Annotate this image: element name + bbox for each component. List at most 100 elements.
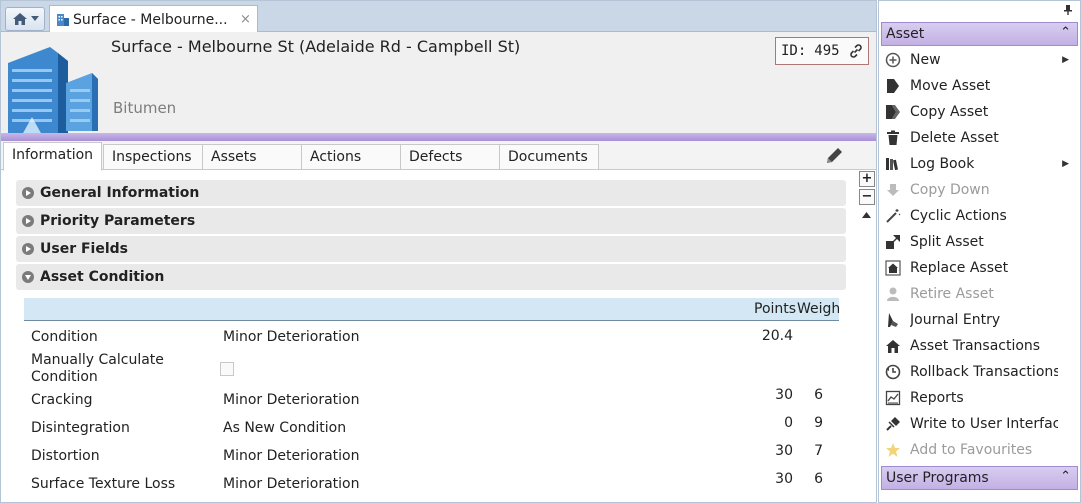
journal-icon <box>883 310 903 330</box>
asset-id-box[interactable]: ID: 495 <box>775 37 869 65</box>
menu-item-label: Rollback Transactions <box>910 364 1058 380</box>
tab-assets[interactable]: Assets <box>202 144 302 170</box>
menu-item-label: Log Book <box>910 156 975 172</box>
manual-calculate-checkbox[interactable] <box>220 362 234 376</box>
row-label: Distortion <box>31 448 100 464</box>
scroll-up-icon[interactable] <box>862 211 871 219</box>
row-points: 30 <box>775 387 793 403</box>
home-icon <box>12 13 27 25</box>
submenu-arrow-icon: ▶ <box>1062 159 1069 169</box>
asset-title: Surface - Melbourne St (Adelaide Rd - Ca… <box>111 37 521 56</box>
house-replace-icon <box>883 258 903 278</box>
asset-menu-title: Asset <box>886 26 925 42</box>
section-label: General Information <box>40 185 200 201</box>
user-programs-title: User Programs <box>886 470 989 486</box>
information-content: General Information Priority Parameters … <box>1 171 876 502</box>
collapse-arrow-icon <box>22 271 34 283</box>
id-label: ID: <box>781 43 807 59</box>
content-scrollbar[interactable]: + − <box>857 171 876 502</box>
document-tab-label: Surface - Melbourne... <box>73 11 228 28</box>
menu-item-new[interactable]: New ▶ <box>879 47 1079 73</box>
row-points: 30 <box>775 443 793 459</box>
asset-subtitle: Bitumen <box>113 99 177 117</box>
pencil-icon[interactable] <box>823 145 845 167</box>
asset-detail-pane: Surface - Melbourne... × Surface - Melbo… <box>0 0 877 503</box>
row-value: As New Condition <box>223 420 347 436</box>
row-weight: 6 <box>814 387 823 403</box>
home-menu-button[interactable] <box>5 7 45 31</box>
tab-documents[interactable]: Documents <box>499 144 599 170</box>
menu-item-log-book[interactable]: Log Book ▶ <box>879 151 1079 177</box>
header-accent-bar <box>1 133 876 141</box>
menu-item-label: Cyclic Actions <box>910 208 1007 224</box>
section-label: User Fields <box>40 241 128 257</box>
menu-item-rollback-transactions[interactable]: Rollback Transactions <box>879 359 1079 385</box>
collapse-all-button[interactable]: − <box>859 189 875 205</box>
menu-item-copy-asset[interactable]: Copy Asset <box>879 99 1079 125</box>
expand-all-button[interactable]: + <box>859 171 875 187</box>
menu-item-label: New <box>910 52 941 68</box>
menu-item-label: Replace Asset <box>910 260 1009 276</box>
submenu-arrow-icon: ▶ <box>1062 55 1069 65</box>
document-tab[interactable]: Surface - Melbourne... × <box>49 5 258 33</box>
detail-tab-bar: Information Inspections Assets Actions D… <box>1 141 876 171</box>
tab-defects[interactable]: Defects <box>400 144 500 170</box>
wand-icon <box>883 206 903 226</box>
expand-arrow-icon <box>22 215 34 227</box>
plus-circle-icon <box>883 50 903 70</box>
person-icon <box>883 284 903 304</box>
section-label: Priority Parameters <box>40 213 196 229</box>
split-icon <box>883 232 903 252</box>
menu-item-label: Copy Asset <box>910 104 989 120</box>
menu-item-write-to-user-interface[interactable]: Write to User Interface <box>879 411 1079 437</box>
chevron-up-icon: ⌃ <box>1060 469 1071 484</box>
row-value: Minor Deterioration <box>223 476 360 492</box>
plug-icon <box>883 414 903 434</box>
menu-item-split-asset[interactable]: Split Asset <box>879 229 1079 255</box>
close-icon[interactable]: × <box>240 12 251 27</box>
menu-item-journal-entry[interactable]: Journal Entry <box>879 307 1079 333</box>
menu-item-label: Write to User Interface <box>910 416 1058 432</box>
tab-actions[interactable]: Actions <box>301 144 401 170</box>
menu-item-asset-transactions[interactable]: Asset Transactions <box>879 333 1079 359</box>
menu-item-move-asset[interactable]: Move Asset <box>879 73 1079 99</box>
asset-building-icon <box>8 47 98 135</box>
row-label: Condition <box>31 329 98 345</box>
books-icon <box>883 154 903 174</box>
menu-item-replace-asset[interactable]: Replace Asset <box>879 255 1079 281</box>
pin-icon[interactable] <box>1064 5 1072 15</box>
row-points: 30 <box>775 471 793 487</box>
link-icon[interactable] <box>848 43 864 59</box>
user-programs-header[interactable]: User Programs ⌃ <box>881 466 1078 490</box>
section-general-information[interactable]: General Information <box>16 180 846 206</box>
id-value: 495 <box>814 43 840 59</box>
row-label: Manually Calculate Condition <box>31 352 164 385</box>
points-column-header: Points <box>754 301 797 317</box>
section-label: Asset Condition <box>40 269 165 285</box>
row-points: 20.4 <box>761 328 793 344</box>
menu-item-label: Copy Down <box>910 182 990 198</box>
row-weight: 6 <box>814 471 823 487</box>
menu-item-label: Split Asset <box>910 234 984 250</box>
menu-item-label: Add to Favourites <box>910 442 1033 458</box>
expand-arrow-icon <box>22 187 34 199</box>
asset-menu-header[interactable]: Asset ⌃ <box>881 22 1078 46</box>
document-tab-bar: Surface - Melbourne... × <box>1 1 876 33</box>
section-asset-condition[interactable]: Asset Condition <box>16 264 846 290</box>
tab-information[interactable]: Information <box>3 142 102 171</box>
row-label: Cracking <box>31 392 93 408</box>
row-weight: 9 <box>814 415 823 431</box>
menu-item-reports[interactable]: Reports <box>879 385 1079 411</box>
star-icon <box>883 440 903 460</box>
menu-item-label: Asset Transactions <box>910 338 1041 354</box>
section-priority-parameters[interactable]: Priority Parameters <box>16 208 846 234</box>
move-icon <box>883 76 903 96</box>
menu-item-label: Move Asset <box>910 78 991 94</box>
tab-inspections[interactable]: Inspections <box>103 144 203 170</box>
row-value: Minor Deterioration <box>223 392 360 408</box>
section-user-fields[interactable]: User Fields <box>16 236 846 262</box>
menu-item-cyclic-actions[interactable]: Cyclic Actions <box>879 203 1079 229</box>
trash-icon <box>883 128 903 148</box>
menu-item-delete-asset[interactable]: Delete Asset <box>879 125 1079 151</box>
row-label: Surface Texture Loss <box>31 476 176 492</box>
